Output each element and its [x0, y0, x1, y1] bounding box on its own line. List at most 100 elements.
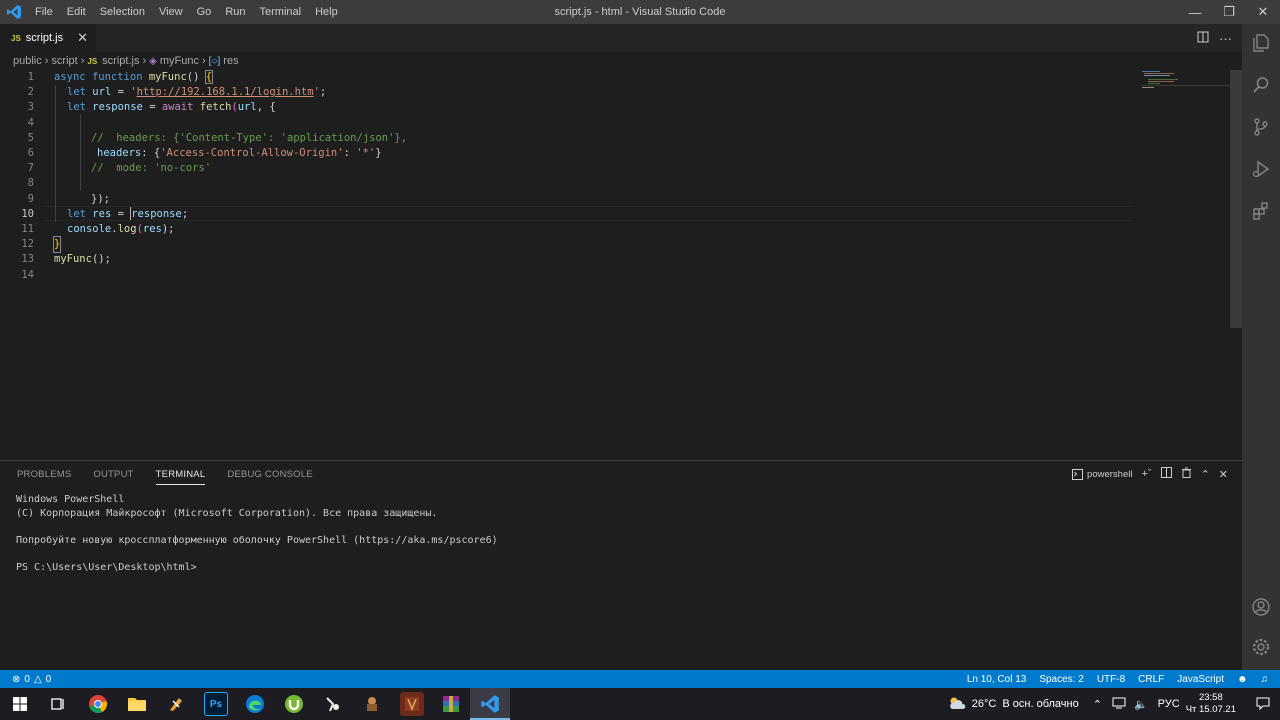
extensions-icon[interactable] — [1242, 192, 1280, 230]
chrome-icon[interactable] — [86, 692, 110, 716]
terminal-line: Попробуйте новую кроссплатформенную обол… — [16, 535, 498, 547]
windows-start-icon[interactable] — [8, 692, 32, 716]
run-debug-icon[interactable] — [1242, 150, 1280, 188]
token: log — [117, 223, 137, 235]
new-terminal-icon[interactable]: +ˇ — [1141, 468, 1151, 480]
breadcrumb-script-js[interactable]: script.js — [102, 55, 139, 67]
encoding[interactable]: UTF-8 — [1097, 674, 1125, 685]
split-terminal-icon[interactable] — [1160, 467, 1172, 481]
token: = — [111, 86, 131, 99]
tray-chevron-icon[interactable]: ⌃ — [1093, 698, 1102, 711]
input-language[interactable]: РУС — [1158, 698, 1180, 710]
token: : { — [141, 147, 161, 159]
maximize-panel-icon[interactable]: ⌃ — [1201, 468, 1210, 481]
terminal-select[interactable]: powershell — [1072, 468, 1132, 480]
notifications-bell-icon[interactable]: ♫ — [1261, 674, 1269, 685]
terminal-line: (C) Корпорация Майкрософт (Microsoft Cor… — [16, 507, 438, 519]
source-control-icon[interactable] — [1242, 108, 1280, 146]
indentation[interactable]: Spaces: 2 — [1039, 674, 1083, 685]
problems-indicator[interactable]: ⊗ 0 △ 0 — [12, 674, 51, 685]
menu-go[interactable]: Go — [190, 0, 219, 24]
token: () — [186, 71, 200, 83]
trash-icon[interactable] — [1181, 467, 1192, 481]
menu-view[interactable]: View — [152, 0, 190, 24]
close-window-button[interactable]: ✕ — [1246, 0, 1280, 24]
network-icon[interactable] — [1112, 697, 1126, 712]
breadcrumb-public[interactable]: public — [13, 55, 42, 67]
menu-terminal[interactable]: Terminal — [253, 0, 309, 24]
weather-text[interactable]: 26°C В осн. облачно — [972, 698, 1079, 710]
indent-guide — [55, 85, 56, 222]
split-editor-icon[interactable] — [1197, 31, 1209, 46]
app-icon[interactable] — [400, 692, 424, 716]
explorer-icon[interactable] — [1242, 24, 1280, 62]
terminal-output[interactable]: Windows PowerShell (C) Корпорация Майкро… — [16, 493, 498, 575]
tab-label: script.js — [25, 32, 64, 44]
menu-bar: File Edit Selection View Go Run Terminal… — [28, 0, 345, 24]
tab-debug-console[interactable]: DEBUG CONSOLE — [227, 469, 312, 485]
cursor-position[interactable]: Ln 10, Col 13 — [967, 674, 1027, 685]
breadcrumb-script-folder[interactable]: script — [51, 55, 77, 67]
status-bar: ⊗ 0 △ 0 Ln 10, Col 13 Spaces: 2 UTF-8 CR… — [0, 670, 1280, 688]
code-editor[interactable]: 1 2 3 4 5 6 7 8 9 10 11 12 13 14 async f… — [0, 70, 1242, 460]
clock[interactable]: 23:58 Чт 15.07.21 — [1186, 692, 1236, 716]
utorrent-icon[interactable] — [282, 692, 306, 716]
tab-script-js[interactable]: JS script.js ✕ — [0, 24, 96, 52]
edge-icon[interactable] — [243, 692, 267, 716]
weather-icon[interactable] — [948, 696, 966, 713]
line-number: 14 — [21, 268, 34, 281]
token: res — [92, 207, 112, 220]
code-line-13: myFunc(); — [54, 252, 111, 267]
app-icon[interactable] — [360, 692, 384, 716]
token: = — [111, 207, 131, 220]
task-view-icon[interactable] — [46, 692, 70, 716]
token: let — [67, 101, 86, 114]
notifications-icon[interactable] — [1256, 696, 1270, 713]
menu-file[interactable]: File — [28, 0, 60, 24]
app-icon[interactable] — [164, 692, 188, 716]
token: myFunc — [54, 253, 92, 266]
restore-button[interactable]: ❐ — [1212, 0, 1246, 24]
code-line-6: headers: {'Access-Control-Allow-Origin':… — [97, 146, 382, 161]
error-icon: ⊗ — [12, 673, 21, 685]
tab-problems[interactable]: PROBLEMS — [17, 469, 71, 485]
terminal-line: Windows PowerShell — [16, 494, 125, 505]
breadcrumb-myfunc[interactable]: myFunc — [160, 55, 199, 67]
menu-help[interactable]: Help — [308, 0, 345, 24]
line-number: 5 — [27, 131, 34, 144]
activity-bar — [1242, 24, 1280, 670]
account-icon[interactable] — [1242, 588, 1280, 626]
line-ending[interactable]: CRLF — [1138, 674, 1164, 685]
language-mode[interactable]: JavaScript — [1177, 674, 1224, 685]
menu-edit[interactable]: Edit — [60, 0, 93, 24]
editor-scrollbar[interactable] — [1230, 70, 1242, 328]
tab-terminal[interactable]: TERMINAL — [155, 469, 206, 485]
search-icon[interactable] — [1242, 66, 1280, 104]
minimize-button[interactable]: — — [1178, 0, 1212, 24]
url-link[interactable]: http://192.168.1.1/login.htm — [137, 86, 314, 98]
file-explorer-icon[interactable] — [125, 692, 149, 716]
vscode-taskbar-icon[interactable] — [478, 692, 502, 716]
menu-run[interactable]: Run — [218, 0, 252, 24]
breadcrumb-res[interactable]: res — [223, 55, 238, 67]
winrar-icon[interactable] — [439, 692, 463, 716]
photoshop-icon[interactable]: Ps — [204, 692, 228, 716]
token: 'Access-Control-Allow-Origin' — [160, 147, 344, 159]
more-actions-icon[interactable]: ··· — [1219, 31, 1232, 46]
close-tab-icon[interactable]: ✕ — [77, 30, 88, 46]
settings-gear-icon[interactable] — [1242, 628, 1280, 666]
line-number: 3 — [27, 101, 34, 114]
token: (); — [91, 253, 111, 266]
close-panel-icon[interactable]: ✕ — [1219, 468, 1228, 481]
minimap[interactable] — [1140, 70, 1230, 110]
menu-selection[interactable]: Selection — [93, 0, 152, 24]
tab-output[interactable]: OUTPUT — [93, 469, 133, 485]
chevron-right-icon: › — [44, 55, 49, 67]
token: url — [237, 101, 257, 114]
feedback-icon[interactable]: ☻ — [1237, 674, 1248, 685]
app-icon[interactable] — [321, 692, 345, 716]
volume-icon[interactable]: 🔈 — [1134, 698, 1148, 711]
token: let — [67, 86, 86, 99]
